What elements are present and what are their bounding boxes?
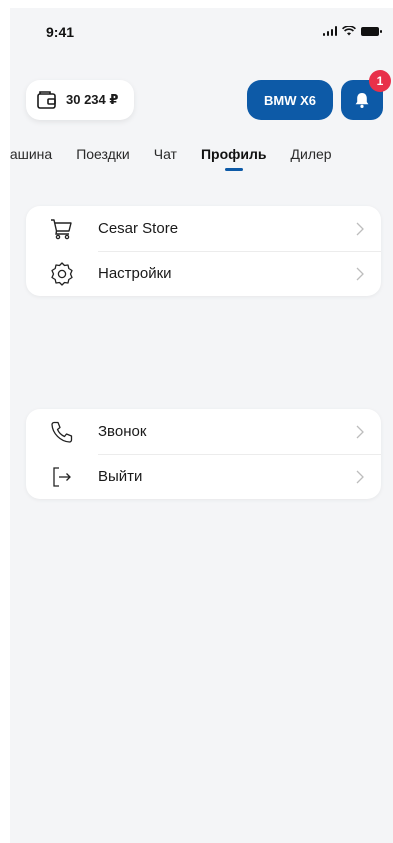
tab-dealer[interactable]: Дилер (291, 140, 332, 162)
menu-item-label: Выйти (98, 468, 143, 485)
status-icons (322, 26, 382, 36)
wifi-icon (342, 26, 356, 36)
chevron-right-icon (356, 470, 364, 483)
menu-item-label: Настройки (98, 265, 172, 282)
tab-trips[interactable]: Поездки (76, 140, 130, 162)
balance-chip[interactable]: 30 234 ₽ (26, 80, 134, 120)
tab-bar: Машина Поездки Чат Профиль Дилер (10, 140, 393, 174)
menu-card-main: Cesar Store Настройки (26, 206, 381, 296)
header: 30 234 ₽ BMW X6 1 (10, 70, 393, 126)
status-bar: 9:41 (10, 8, 393, 52)
battery-icon (361, 26, 382, 36)
balance-value: 30 234 ₽ (66, 92, 119, 107)
tab-car[interactable]: Машина (10, 140, 52, 162)
status-time: 9:41 (46, 24, 75, 40)
app-screen: 9:41 30 234 ₽ BMW X6 1 ашина Поездки Чат… (10, 8, 393, 843)
menu-item-store[interactable]: Cesar Store (26, 206, 381, 251)
tab-profile[interactable]: Профиль (201, 140, 267, 171)
notification-badge: 1 (369, 70, 391, 92)
menu-item-settings[interactable]: Настройки (26, 251, 381, 296)
menu-item-call[interactable]: Звонок (26, 409, 381, 454)
tab-chat[interactable]: Чат (154, 140, 177, 162)
signal-icon (322, 26, 337, 36)
bell-icon (355, 93, 369, 108)
menu-item-logout[interactable]: Выйти (26, 454, 381, 499)
gear-icon (46, 258, 78, 290)
logout-icon (46, 461, 78, 493)
menu-card-secondary: Звонок Выйти (26, 409, 381, 499)
menu-item-label: Cesar Store (98, 220, 179, 237)
phone-icon (46, 416, 78, 448)
cart-icon (46, 213, 78, 245)
chevron-right-icon (356, 425, 364, 438)
wallet-icon (37, 91, 56, 109)
chevron-right-icon (356, 222, 364, 235)
menu-item-label: Звонок (98, 423, 147, 440)
chevron-right-icon (356, 267, 364, 280)
car-select-button[interactable]: BMW X6 (247, 80, 333, 120)
